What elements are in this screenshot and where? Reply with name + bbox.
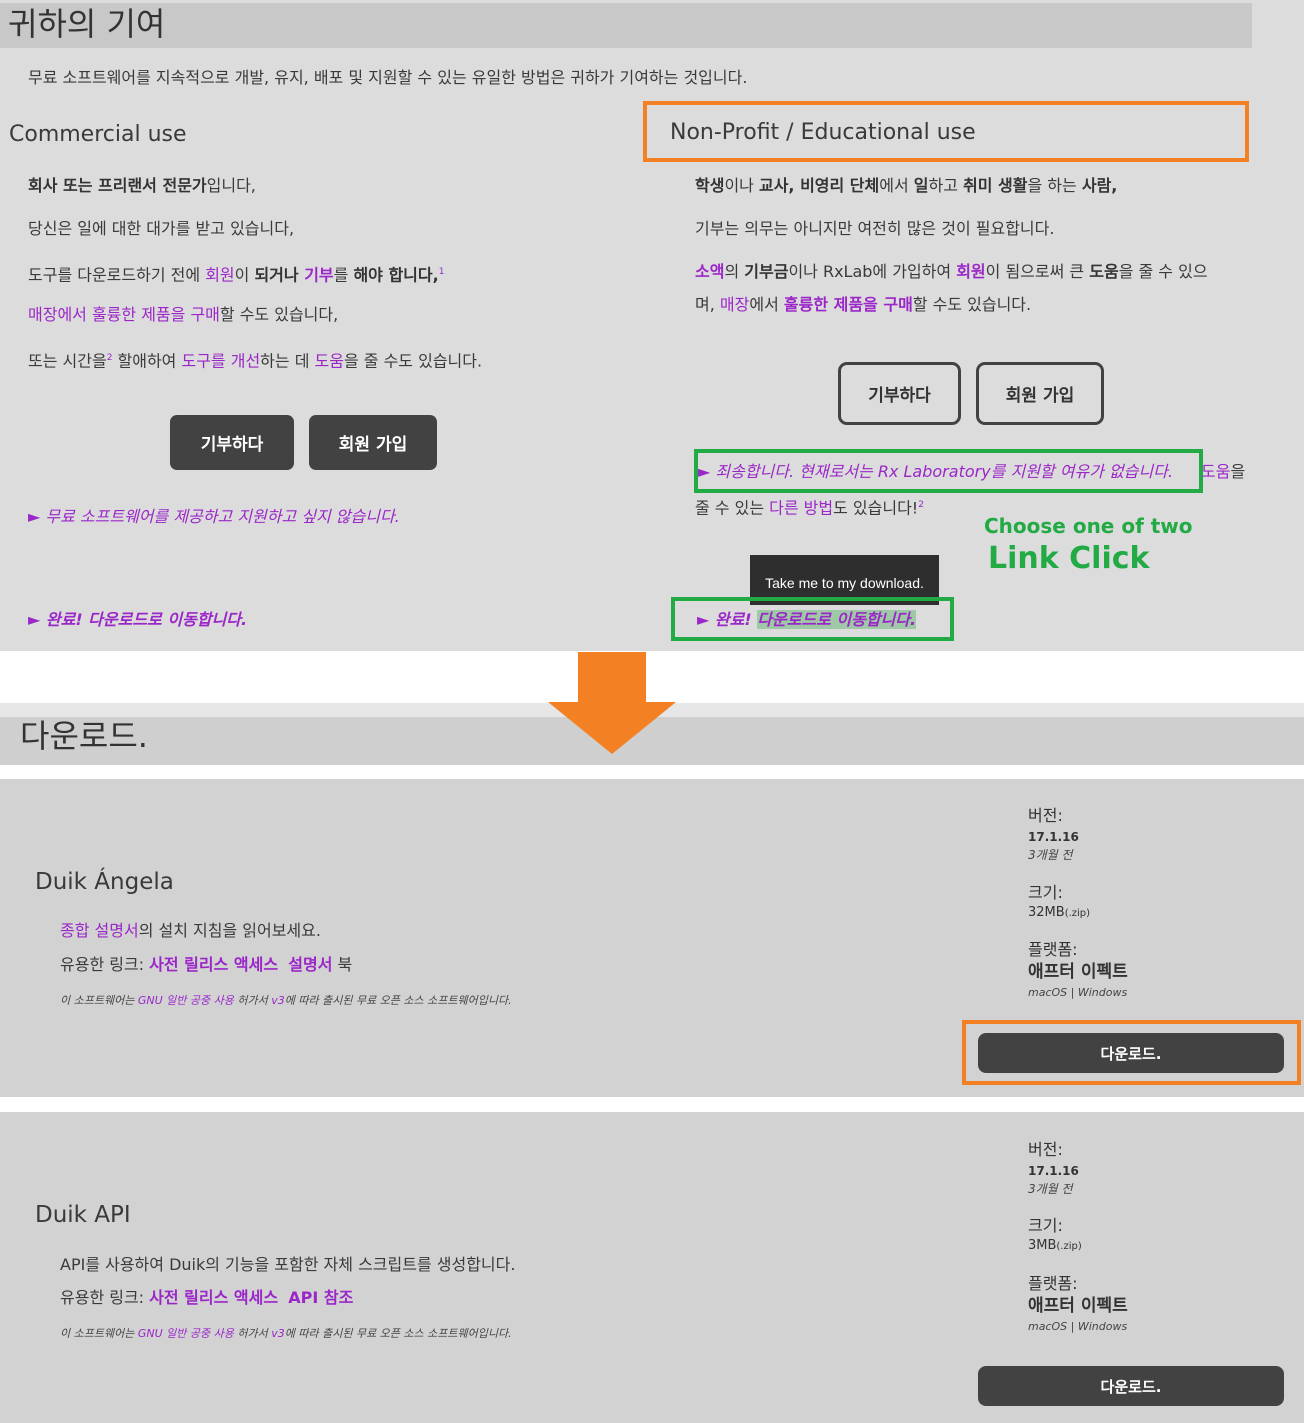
- nonprofit-go-download-link[interactable]: ► 완료! 다운로드로 이동합니다.: [697, 610, 917, 630]
- commercial-join-button[interactable]: 회원 가입: [309, 415, 437, 470]
- manual-link[interactable]: 종합 설명서: [60, 921, 139, 940]
- nonprofit-line-4: 며, 매장에서 훌륭한 제품을 구매할 수도 있습니다.: [695, 295, 1032, 314]
- annotation-link-click: Link Click: [988, 541, 1150, 576]
- os-list: macOS | Windows: [1028, 986, 1128, 999]
- useful-links: 유용한 링크: 사전 릴리스 액세스 설명서 북: [60, 955, 353, 974]
- prerelease-link[interactable]: 사전 릴리스 액세스: [149, 1288, 278, 1307]
- commercial-line-4: 매장에서 훌륭한 제품을 구매할 수도 있습니다,: [28, 305, 339, 324]
- useful-links: 유용한 링크: 사전 릴리스 액세스 API 참조: [60, 1288, 354, 1307]
- docs-link[interactable]: 설명서: [288, 955, 332, 974]
- contribution-title-bar: [0, 3, 1252, 48]
- nonprofit-buy-link[interactable]: 훌륭한 제품을 구매: [784, 295, 913, 314]
- size-value: 32MB(.zip): [1028, 905, 1091, 920]
- help-link[interactable]: 도움: [315, 351, 344, 370]
- size-label: 크기:: [1028, 1216, 1063, 1235]
- platform-value: 애프터 이펙트: [1028, 962, 1128, 982]
- download-button[interactable]: 다운로드.: [978, 1033, 1284, 1073]
- shop-link[interactable]: 매장에서 훌륭한 제품을 구매: [28, 305, 220, 324]
- nonprofit-line-3: 소액의 기부금이나 RxLab에 가입하여 회원이 됨으로써 큰 도움을 줄 수…: [695, 262, 1208, 281]
- commercial-heading: Commercial use: [9, 122, 187, 147]
- nonprofit-shop-link[interactable]: 매장: [720, 295, 749, 314]
- product-description: 종합 설명서의 설치 지침을 읽어보세요.: [60, 921, 321, 940]
- member-link[interactable]: 회원: [205, 265, 234, 284]
- license-text: 이 소프트웨어는 GNU 일반 공중 사용 허가서 v3에 따라 출시된 무료 …: [60, 1327, 512, 1340]
- nonprofit-donate-button[interactable]: 기부하다: [838, 362, 961, 425]
- nonprofit-heading: Non-Profit / Educational use: [670, 120, 976, 145]
- version-value: 17.1.16: [1028, 1164, 1079, 1178]
- version-value: 17.1.16: [1028, 830, 1079, 844]
- download-button[interactable]: 다운로드.: [978, 1366, 1284, 1406]
- other-ways-link[interactable]: 다른 방법: [769, 498, 833, 517]
- version-label: 버전:: [1028, 806, 1063, 825]
- download-title: 다운로드.: [20, 717, 148, 755]
- platform-label: 플랫폼:: [1028, 940, 1078, 959]
- commercial-line-3: 도구를 다운로드하기 전에 회원이 되거나 기부를 해야 합니다,1: [28, 265, 445, 285]
- platform-label: 플랫폼:: [1028, 1274, 1078, 1293]
- sorry-help-link[interactable]: 도움: [1201, 462, 1230, 481]
- version-age: 3개월 전: [1028, 1182, 1073, 1196]
- improve-tools-link[interactable]: 도구를 개선: [181, 351, 260, 370]
- annotation-choose: Choose one of two: [984, 514, 1193, 538]
- license-text: 이 소프트웨어는 GNU 일반 공중 사용 허가서 v3에 따라 출시된 무료 …: [60, 994, 512, 1007]
- nonprofit-line-6: 줄 수 있는 다른 방법도 있습니다!2: [695, 498, 924, 518]
- product-description: API를 사용하여 Duik의 기능을 포함한 자체 스크립트를 생성합니다.: [60, 1255, 516, 1274]
- decline-support-link[interactable]: ► 무료 소프트웨어를 제공하고 지원하고 싶지 않습니다.: [28, 507, 400, 527]
- intro-text: 무료 소프트웨어를 지속적으로 개발, 유지, 배포 및 지원할 수 있는 유일…: [28, 68, 748, 87]
- small-amount-link[interactable]: 소액: [695, 262, 724, 281]
- api-reference-link[interactable]: API 참조: [288, 1288, 353, 1307]
- commercial-donate-button[interactable]: 기부하다: [170, 415, 294, 470]
- commercial-go-download-link[interactable]: ► 완료! 다운로드로 이동합니다.: [28, 610, 247, 630]
- size-value: 3MB(.zip): [1028, 1238, 1082, 1253]
- nonprofit-join-button[interactable]: 회원 가입: [976, 362, 1104, 425]
- product-name: Duik API: [35, 1202, 131, 1228]
- sorry-tail: 도움을: [1201, 462, 1246, 481]
- prerelease-link[interactable]: 사전 릴리스 액세스: [149, 955, 278, 974]
- commercial-line-2: 당신은 일에 대한 대가를 받고 있습니다,: [28, 219, 295, 238]
- page-title: 귀하의 기여: [8, 5, 166, 43]
- nonprofit-line-1: 학생이나 교사, 비영리 단체에서 일하고 취미 생활을 하는 사람,: [695, 176, 1118, 195]
- cannot-afford-link[interactable]: ► 죄송합니다. 현재로서는 Rx Laboratory를 지원할 여유가 없습…: [698, 462, 1173, 482]
- nonprofit-line-2: 기부는 의무는 아니지만 여전히 많은 것이 필요합니다.: [695, 219, 1055, 238]
- donate-link[interactable]: 기부: [304, 265, 333, 284]
- nonprofit-member-link[interactable]: 회원: [956, 262, 985, 281]
- commercial-line-1: 회사 또는 프리랜서 전문가입니다,: [28, 176, 256, 195]
- gpl-link[interactable]: GNU 일반 공중 사용: [138, 1327, 234, 1340]
- product-name: Duik Ángela: [35, 869, 174, 895]
- version-age: 3개월 전: [1028, 848, 1073, 862]
- down-arrow-icon: [548, 652, 676, 754]
- commercial-line-5: 또는 시간을2 할애하여 도구를 개선하는 데 도움을 줄 수도 있습니다.: [28, 351, 483, 371]
- size-label: 크기:: [1028, 883, 1063, 902]
- platform-value: 애프터 이펙트: [1028, 1296, 1128, 1316]
- version-label: 버전:: [1028, 1140, 1063, 1159]
- os-list: macOS | Windows: [1028, 1320, 1128, 1333]
- gpl-link[interactable]: GNU 일반 공중 사용: [138, 994, 234, 1007]
